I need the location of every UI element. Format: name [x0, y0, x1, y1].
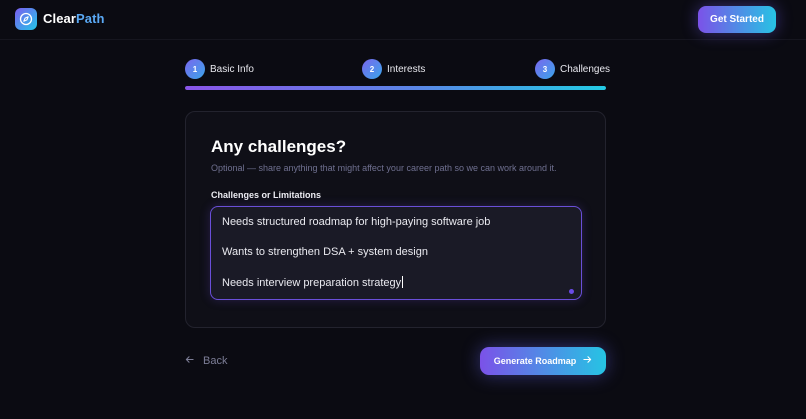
- back-label: Back: [203, 355, 228, 367]
- step-label: Interests: [387, 63, 426, 75]
- page-title: Any challenges?: [211, 137, 347, 156]
- generate-roadmap-button[interactable]: Generate Roadmap: [480, 347, 606, 375]
- step-basic-info[interactable]: 1 Basic Info: [185, 59, 254, 79]
- textarea-line-text: Needs interview preparation strategy: [222, 277, 402, 289]
- top-navbar: ClearPath Get Started: [0, 0, 806, 40]
- challenges-card: Any challenges? Optional — share anythin…: [185, 111, 606, 328]
- step-number: 2: [362, 59, 382, 79]
- step-interests[interactable]: 2 Interests: [362, 59, 425, 79]
- brand-name-part1: Clear: [43, 11, 77, 26]
- generate-roadmap-label: Generate Roadmap: [493, 356, 577, 366]
- step-challenges[interactable]: 3 Challenges: [535, 59, 610, 79]
- arrow-left-icon: [185, 355, 194, 367]
- progress-bar: [185, 86, 606, 90]
- step-label: Basic Info: [210, 63, 254, 75]
- progress-bar-fill: [185, 86, 606, 90]
- textarea-line: Needs structured roadmap for high-paying…: [222, 216, 491, 228]
- step-number: 1: [185, 59, 205, 79]
- resize-handle-icon[interactable]: [569, 289, 574, 294]
- back-button[interactable]: Back: [185, 354, 227, 368]
- arrow-right-icon: [583, 355, 592, 367]
- challenges-textarea[interactable]: Needs structured roadmap for high-paying…: [210, 206, 582, 300]
- text-caret: [402, 276, 404, 288]
- step-label: Challenges: [560, 63, 611, 75]
- brand-name[interactable]: ClearPath: [43, 11, 105, 26]
- challenges-field-label: Challenges or Limitations: [211, 190, 322, 200]
- textarea-line-with-caret: Needs interview preparation strategy: [222, 276, 404, 289]
- textarea-line: Wants to strengthen DSA + system design: [222, 246, 428, 258]
- step-number: 3: [535, 59, 555, 79]
- compass-icon[interactable]: [15, 8, 37, 30]
- page-subtitle: Optional — share anything that might aff…: [211, 163, 557, 173]
- get-started-button[interactable]: Get Started: [698, 6, 776, 33]
- brand-name-part2: Path: [76, 11, 105, 26]
